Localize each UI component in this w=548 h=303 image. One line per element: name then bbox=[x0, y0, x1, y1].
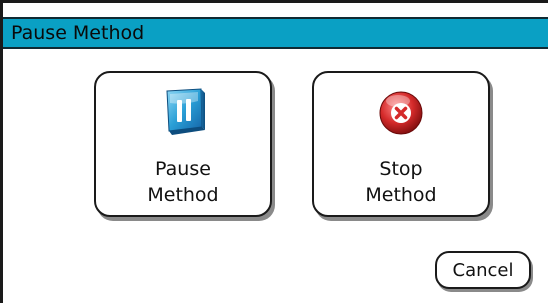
pause-button-label-line2: Method bbox=[147, 184, 219, 206]
pause-button-label-line1: Pause bbox=[155, 158, 211, 180]
dialog-title: Pause Method bbox=[11, 22, 145, 44]
stop-method-button[interactable]: Stop Method bbox=[312, 71, 490, 217]
stop-button-label-line1: Stop bbox=[379, 158, 423, 180]
pause-method-dialog: Pause Method Pause Method Stop Method Ca… bbox=[0, 0, 548, 303]
stop-button-label-line2: Method bbox=[365, 184, 437, 206]
pause-method-button[interactable]: Pause Method bbox=[94, 71, 272, 217]
stop-x-icon bbox=[379, 91, 423, 135]
pause-icon bbox=[166, 88, 205, 135]
cancel-button-label: Cancel bbox=[452, 260, 514, 281]
cancel-button[interactable]: Cancel bbox=[435, 251, 531, 289]
window-top-strip bbox=[3, 3, 548, 17]
title-bar: Pause Method bbox=[3, 17, 548, 49]
